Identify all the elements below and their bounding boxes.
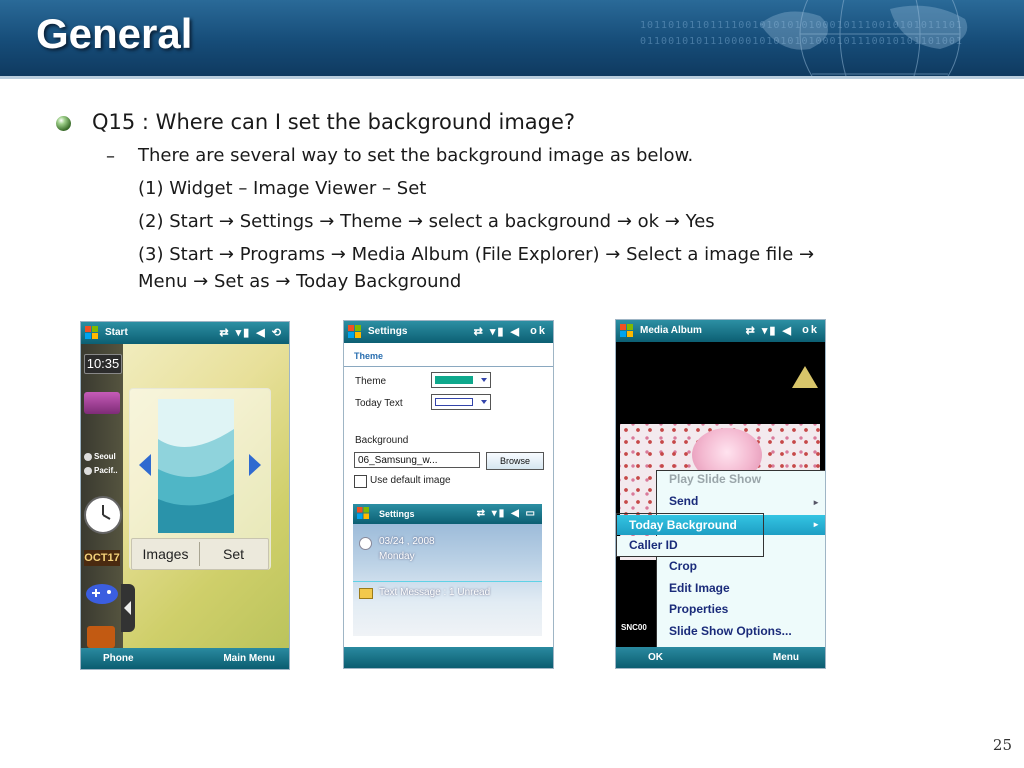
- title-bar: Settings ⇄ ▾▮ ◀ ok: [344, 321, 553, 343]
- wallpaper-thumbnail: [158, 399, 234, 533]
- background-label: Background: [355, 435, 409, 446]
- softkey-menu[interactable]: Menu: [773, 652, 799, 663]
- phone-start-screenshot: Start ⇄ ▾▮ ◀ ⟲ 10:35 Seoul Pacif.. OCT17…: [80, 321, 290, 670]
- window-title: Media Album: [640, 325, 702, 336]
- submenu-arrow-icon: ►: [812, 520, 820, 529]
- gamepad-icon[interactable]: [84, 580, 120, 606]
- slide-title: General: [36, 10, 193, 57]
- softkey-main-menu[interactable]: Main Menu: [223, 653, 275, 664]
- preview-status-icons: ⇄ ▾▮ ◀ ▭: [476, 508, 537, 519]
- menu-item-send[interactable]: Send: [669, 494, 698, 508]
- globe-decoration-icon: [760, 0, 968, 76]
- menu-item-properties[interactable]: Properties: [669, 602, 728, 616]
- clock-icon: [359, 537, 372, 550]
- menu-item-crop[interactable]: Crop: [669, 559, 697, 573]
- softkey-ok[interactable]: OK: [648, 652, 663, 663]
- today-preview: Settings ⇄ ▾▮ ◀ ▭ 03/24 , 2008 Monday Te…: [353, 504, 542, 636]
- dropdown-arrow-icon: [481, 378, 487, 382]
- preview-title-bar: Settings ⇄ ▾▮ ◀ ▭: [353, 504, 542, 524]
- sub-bullet-dash: –: [106, 146, 115, 167]
- submenu-arrow-icon: ►: [812, 498, 820, 507]
- images-button[interactable]: Images: [132, 539, 199, 569]
- set-button[interactable]: Set: [200, 539, 267, 569]
- status-icons[interactable]: ⇄ ▾▮ ◀ ⟲: [219, 326, 283, 339]
- phone-media-album-screenshot: Media Album ⇄ ▾▮ ◀ ok SNC00 Play Slide S…: [615, 319, 826, 669]
- answer-option-1: (1) Widget – Image Viewer – Set: [138, 178, 427, 199]
- analog-clock-icon[interactable]: [84, 496, 122, 534]
- city-label: Seoul: [94, 452, 116, 461]
- theme-select[interactable]: [431, 372, 491, 388]
- previous-arrow-icon[interactable]: [139, 454, 151, 476]
- window-title: Start: [105, 327, 128, 338]
- preview-message: Text Message : 1 Unread: [379, 587, 491, 598]
- status-icons[interactable]: ⇄ ▾▮ ◀: [746, 324, 793, 337]
- message-envelope-icon: [359, 588, 373, 599]
- answer-intro: There are several way to set the backgro…: [138, 145, 694, 166]
- text-color-swatch: [435, 398, 473, 406]
- theme-color-swatch: [435, 376, 473, 384]
- windows-start-icon[interactable]: [620, 324, 633, 337]
- music-widget-icon[interactable]: [84, 392, 120, 414]
- calendar-widget[interactable]: OCT17: [84, 550, 120, 566]
- windows-start-icon[interactable]: [348, 325, 361, 338]
- ok-button[interactable]: ok: [802, 324, 819, 336]
- preview-title: Settings: [379, 509, 415, 519]
- softkey-bar: OK Menu: [616, 647, 825, 668]
- windows-start-icon: [357, 507, 369, 519]
- use-default-label: Use default image: [370, 475, 451, 486]
- widget-button-row: Images Set: [131, 538, 269, 570]
- softkey-bar: [344, 647, 553, 668]
- next-arrow-icon[interactable]: [249, 454, 261, 476]
- city-label: Pacif..: [94, 466, 118, 475]
- softkey-phone[interactable]: Phone: [103, 653, 134, 664]
- bullet-icon: [56, 116, 71, 131]
- clock-widget[interactable]: 10:35: [84, 354, 122, 374]
- preview-date: 03/24 , 2008: [379, 536, 435, 547]
- page-number: 25: [992, 736, 1012, 754]
- preview-divider: [353, 581, 542, 582]
- use-default-checkbox[interactable]: [354, 475, 367, 488]
- browse-button[interactable]: Browse: [486, 452, 544, 470]
- divider: [344, 366, 553, 367]
- phone-settings-screenshot: Settings ⇄ ▾▮ ◀ ok Theme Theme Today Tex…: [343, 320, 554, 669]
- file-name-partial: SNC00: [621, 623, 647, 632]
- world-clock-widget[interactable]: Seoul Pacif..: [84, 450, 120, 482]
- answer-option-3-line1: (3) Start → Programs → Media Album (File…: [138, 244, 815, 265]
- title-bar: Start ⇄ ▾▮ ◀ ⟲: [81, 322, 289, 344]
- windows-start-icon[interactable]: [85, 326, 98, 339]
- widget-sidebar: 10:35 Seoul Pacif.. OCT17: [81, 344, 123, 648]
- window-title: Settings: [368, 326, 408, 337]
- contacts-icon[interactable]: [87, 626, 115, 648]
- today-text-label: Today Text: [355, 398, 403, 409]
- header-divider: [0, 76, 1024, 79]
- menu-item-slide-show-options[interactable]: Slide Show Options...: [669, 624, 792, 638]
- background-file-field[interactable]: 06_Samsung_w...: [354, 452, 480, 468]
- menu-item-play-slide-show: Play Slide Show: [669, 472, 762, 486]
- question-text: Q15 : Where can I set the background ima…: [92, 110, 576, 134]
- ok-button[interactable]: ok: [530, 325, 547, 337]
- menu-item-edit-image[interactable]: Edit Image: [669, 581, 730, 595]
- answer-option-3-line2: Menu → Set as → Today Background: [138, 271, 462, 292]
- scroll-up-arrow-icon[interactable]: [792, 366, 818, 388]
- today-text-select[interactable]: [431, 394, 491, 410]
- page-subtitle: Theme: [354, 351, 384, 361]
- answer-option-2: (2) Start → Settings → Theme → select a …: [138, 211, 715, 232]
- set-as-submenu: [616, 513, 764, 557]
- preview-day: Monday: [379, 551, 415, 562]
- status-icons[interactable]: ⇄ ▾▮ ◀: [474, 325, 521, 338]
- slide-header: 1011010110111100101010101000101110010101…: [0, 0, 1024, 76]
- theme-label: Theme: [355, 376, 387, 387]
- title-bar: Media Album ⇄ ▾▮ ◀ ok: [616, 320, 825, 342]
- dropdown-arrow-icon: [481, 400, 487, 404]
- softkey-bar: Phone Main Menu: [81, 648, 289, 669]
- sidebar-toggle-handle[interactable]: [121, 584, 135, 632]
